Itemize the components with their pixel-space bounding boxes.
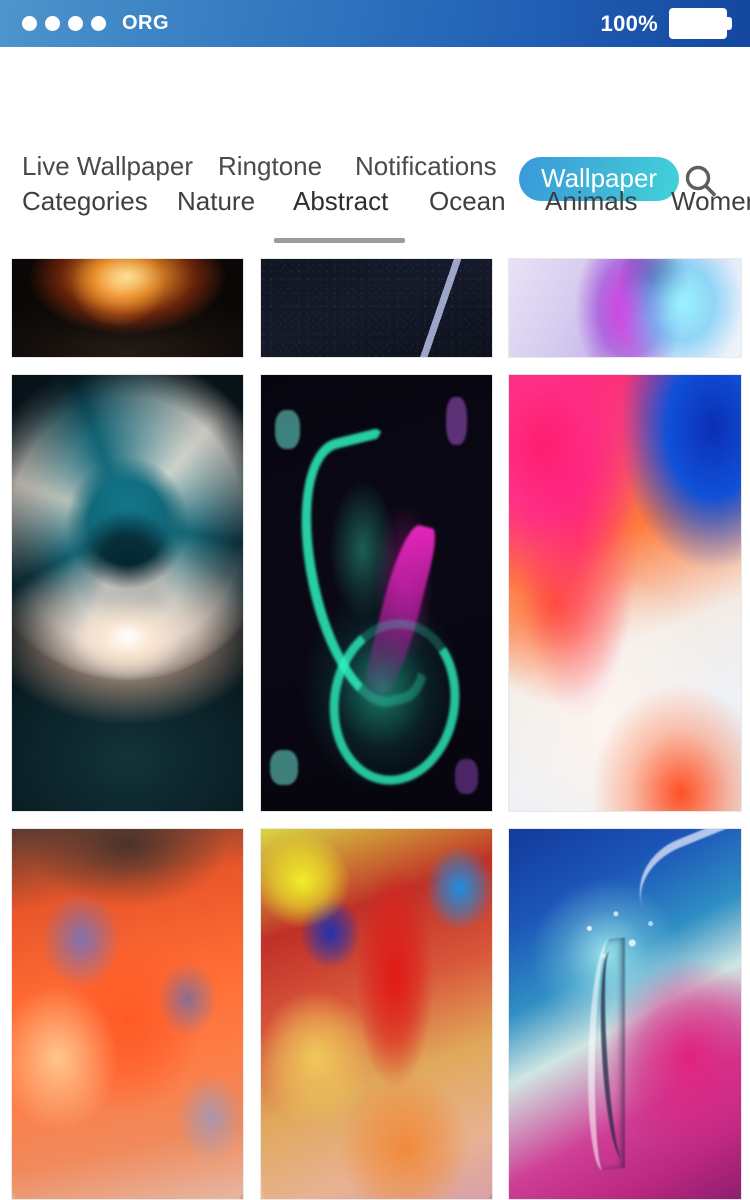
signal-dot bbox=[22, 16, 37, 31]
wallpaper-cloud-vortex[interactable] bbox=[11, 374, 244, 812]
wallpaper-thumbnail bbox=[261, 259, 492, 357]
wallpaper-thumbnail bbox=[509, 829, 741, 1199]
wallpaper-water-splash[interactable] bbox=[508, 828, 742, 1200]
category-tab-bar: Categories Nature Abstract Ocean Animals… bbox=[0, 186, 750, 254]
wallpaper-night-road[interactable] bbox=[260, 258, 493, 358]
wallpaper-iphone-gradient[interactable] bbox=[508, 374, 742, 812]
signal-dot bbox=[68, 16, 83, 31]
signal-strength-icon bbox=[22, 16, 106, 31]
status-bar: ORG 100% bbox=[0, 0, 750, 47]
wallpaper-orange-paint[interactable] bbox=[11, 828, 244, 1200]
battery-full-icon bbox=[669, 8, 732, 39]
category-tab-animals[interactable]: Animals bbox=[545, 186, 637, 217]
wallpaper-thumbnail bbox=[12, 259, 243, 357]
battery-percent-label: 100% bbox=[600, 10, 658, 36]
wallpaper-crystal-prism[interactable] bbox=[508, 258, 742, 358]
category-tab-categories[interactable]: Categories bbox=[22, 186, 148, 217]
wallpaper-thumbnail bbox=[12, 829, 243, 1199]
signal-dot bbox=[45, 16, 60, 31]
wallpaper-campfire[interactable] bbox=[11, 258, 244, 358]
wallpaper-thumbnail bbox=[509, 375, 741, 811]
tab-live-wallpaper[interactable]: Live Wallpaper bbox=[22, 151, 193, 182]
wallpaper-thumbnail bbox=[261, 375, 492, 811]
wallpaper-thumbnail bbox=[12, 375, 243, 811]
status-bar-left: ORG bbox=[22, 12, 169, 35]
wallpaper-thumbnail bbox=[509, 259, 741, 357]
category-tab-nature[interactable]: Nature bbox=[177, 186, 255, 217]
tab-ringtone[interactable]: Ringtone bbox=[218, 151, 322, 182]
app-screen: ORG 100% Live Wallpaper Ringtone Notific… bbox=[0, 0, 750, 1200]
active-category-underline bbox=[274, 238, 405, 243]
wallpaper-thumbnail bbox=[261, 829, 492, 1199]
status-bar-right: 100% bbox=[601, 8, 732, 39]
tab-notifications[interactable]: Notifications bbox=[355, 151, 497, 182]
category-tab-abstract[interactable]: Abstract bbox=[293, 186, 388, 217]
wallpaper-neon-burst[interactable] bbox=[260, 374, 493, 812]
category-tab-ocean[interactable]: Ocean bbox=[429, 186, 506, 217]
top-navigation: Live Wallpaper Ringtone Notifications Wa… bbox=[0, 47, 750, 201]
category-tab-women[interactable]: Women bbox=[671, 186, 750, 217]
carrier-label: ORG bbox=[122, 12, 170, 34]
signal-dot bbox=[91, 16, 106, 31]
wallpaper-multicolor-paint[interactable] bbox=[260, 828, 493, 1200]
wallpaper-grid bbox=[0, 258, 750, 1200]
